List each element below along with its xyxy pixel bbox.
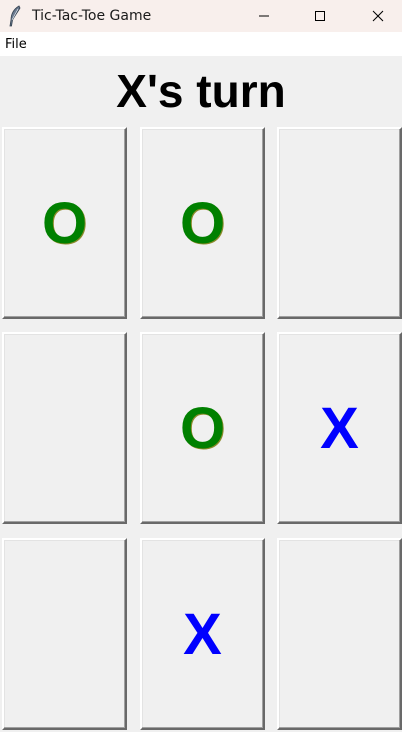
board-cell-4[interactable] xyxy=(2,332,127,524)
x-mark: X xyxy=(320,395,359,461)
board-cell-3[interactable] xyxy=(277,127,402,319)
close-button[interactable] xyxy=(350,0,402,32)
minimize-icon xyxy=(258,7,270,26)
minimize-button[interactable] xyxy=(236,0,292,32)
menu-file[interactable]: File xyxy=(5,37,27,53)
board-cell-8[interactable]: X xyxy=(140,538,265,730)
maximize-button[interactable] xyxy=(292,0,348,32)
window-title: Tic-Tac-Toe Game xyxy=(32,8,152,24)
board-cell-9[interactable] xyxy=(277,538,402,730)
board-cell-1[interactable]: O xyxy=(2,127,127,319)
close-icon xyxy=(372,7,384,26)
maximize-icon xyxy=(314,7,326,26)
board-cell-6[interactable]: X xyxy=(277,332,402,524)
o-mark: O xyxy=(41,190,88,256)
title-bar: Tic-Tac-Toe Game xyxy=(0,0,402,32)
menu-bar: File xyxy=(0,32,402,56)
turn-status: X's turn xyxy=(116,65,286,117)
o-mark: O xyxy=(179,395,226,461)
feather-icon xyxy=(8,5,22,27)
board-cell-5[interactable]: O xyxy=(140,332,265,524)
o-mark: O xyxy=(179,190,226,256)
board-cell-2[interactable]: O xyxy=(140,127,265,319)
x-mark: X xyxy=(183,601,222,667)
board-cell-7[interactable] xyxy=(2,538,127,730)
